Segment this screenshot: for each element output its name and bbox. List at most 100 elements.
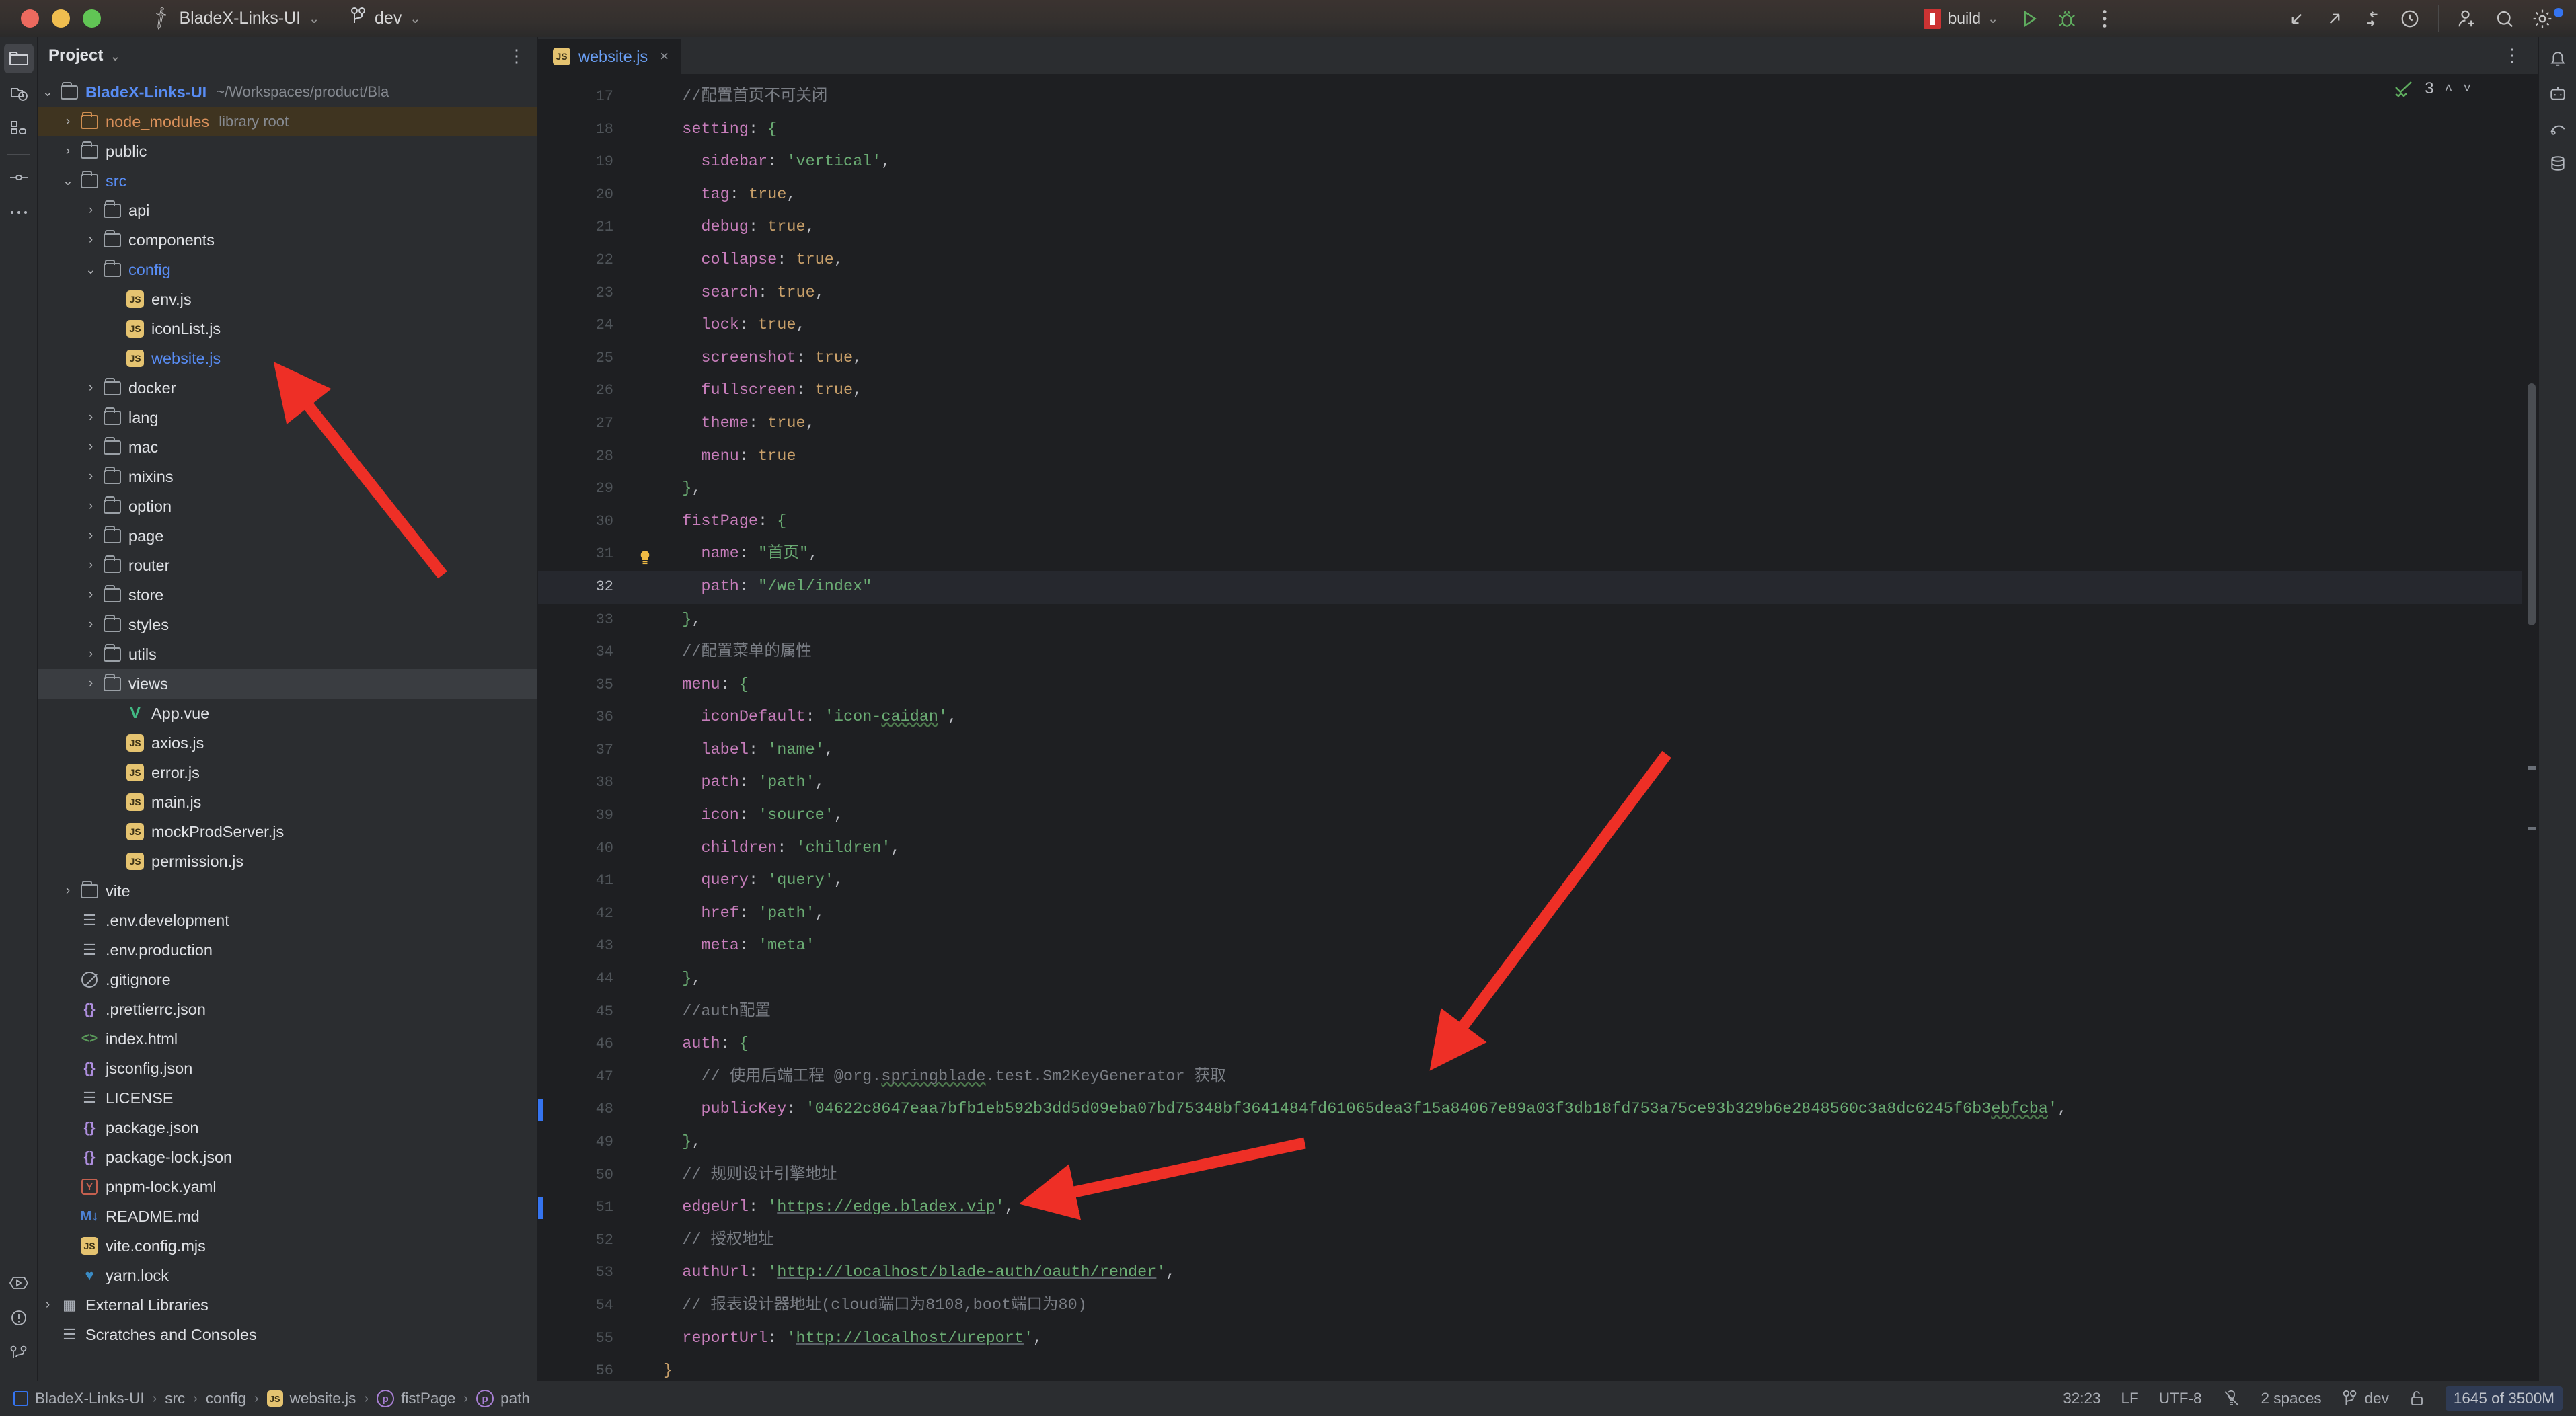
previous-issue-icon[interactable]: ˄	[2445, 81, 2453, 97]
code-line[interactable]: menu: {	[626, 669, 2522, 702]
line-number[interactable]: 52	[538, 1224, 626, 1257]
code-line[interactable]: // 授权地址	[626, 1224, 2522, 1257]
code-line[interactable]: menu: true	[626, 440, 2522, 473]
line-number[interactable]: 37	[538, 734, 626, 767]
line-number[interactable]: 56	[538, 1355, 626, 1381]
tree-item--env-production[interactable]: · ☰ .env.production	[38, 935, 537, 965]
breadcrumb[interactable]: BladeX-Links-UI › src › config › JS website.js ›…	[13, 1390, 530, 1407]
file-encoding[interactable]: UTF-8	[2159, 1390, 2202, 1407]
code-line[interactable]: // 报表设计器地址(cloud端口为8108,boot端口为80)	[626, 1290, 2522, 1323]
line-number[interactable]: 34	[538, 636, 626, 669]
line-number[interactable]: 50	[538, 1159, 626, 1192]
run-configuration-selector[interactable]: build ⌄	[1916, 6, 2006, 32]
line-number[interactable]: 19	[538, 146, 626, 179]
code-line[interactable]: screenshot: true,	[626, 342, 2522, 375]
code-line[interactable]: path: "/wel/index"	[626, 570, 2522, 604]
code-line[interactable]: meta: 'meta'	[626, 930, 2522, 963]
tree-item-error-js[interactable]: ·JSerror.js	[38, 758, 537, 787]
line-number[interactable]: 43	[538, 930, 626, 963]
line-number[interactable]: 32	[538, 570, 626, 604]
code-content[interactable]: //配置首页不可关闭 setting: { sidebar: 'vertical…	[626, 74, 2522, 1381]
chevron-right-icon[interactable]: ›	[81, 617, 101, 632]
more-options-button[interactable]	[2086, 3, 2123, 34]
caret-position[interactable]: 32:23	[2063, 1390, 2100, 1407]
ai-assistant-icon[interactable]	[2543, 79, 2573, 108]
chevron-right-icon[interactable]: ›	[81, 528, 101, 543]
line-number[interactable]: 31	[538, 538, 650, 571]
chevron-right-icon[interactable]: ›	[58, 883, 78, 898]
window-controls[interactable]	[0, 9, 101, 28]
line-number[interactable]: 18	[538, 114, 626, 147]
tree-item-axios-js[interactable]: ·JSaxios.js	[38, 728, 537, 758]
tree-item-bladex-links-ui[interactable]: ⌄ BladeX-Links-UI ~/Workspaces/product/Bla	[38, 77, 537, 107]
line-number[interactable]: 20	[538, 179, 626, 212]
code-line[interactable]: href: 'path',	[626, 898, 2522, 931]
tree-item-license[interactable]: · ☰ LICENSE	[38, 1083, 537, 1113]
bottom-item-run[interactable]	[4, 1268, 34, 1298]
tree-item-styles[interactable]: › styles	[38, 610, 537, 639]
tree-item-vite[interactable]: › vite	[38, 876, 537, 906]
project-selector[interactable]: 🗡 BladeX-Links-UI ⌄	[140, 5, 330, 32]
sidebar-item-project[interactable]	[3, 44, 34, 73]
code-line[interactable]: fistPage: {	[626, 506, 2522, 539]
chevron-down-icon[interactable]: ⌄	[58, 173, 78, 189]
tree-item-external-libraries[interactable]: › ▦ External Libraries	[38, 1290, 537, 1320]
code-line[interactable]: //auth配置	[626, 996, 2522, 1029]
maximize-window-button[interactable]	[83, 9, 101, 28]
tree-item-config[interactable]: ⌄ config	[38, 255, 537, 284]
tree-item-mockprodserver-js[interactable]: ·JSmockProdServer.js	[38, 817, 537, 847]
line-number[interactable]: 24	[538, 309, 626, 342]
tree-item-yarn-lock[interactable]: · ♥ yarn.lock	[38, 1261, 537, 1290]
changed-line-marker[interactable]	[538, 1099, 543, 1122]
line-number[interactable]: 22	[538, 244, 626, 277]
breadcrumb-item-fistpage[interactable]: p fistPage	[377, 1390, 455, 1407]
tree-item-package-lock-json[interactable]: · {} package-lock.json	[38, 1142, 537, 1172]
code-line[interactable]: search: true,	[626, 277, 2522, 310]
code-line[interactable]: },	[626, 604, 2522, 637]
line-number[interactable]: 33	[538, 604, 626, 637]
tree-item-scratches-and-consoles[interactable]: · ☰ Scratches and Consoles	[38, 1320, 537, 1349]
debug-button[interactable]	[2048, 3, 2086, 34]
line-number[interactable]: 26	[538, 375, 626, 407]
code-line[interactable]: iconDefault: 'icon-caidan',	[626, 701, 2522, 734]
line-number[interactable]: 51	[538, 1191, 626, 1224]
code-line[interactable]: }	[626, 1355, 2522, 1381]
chevron-down-icon[interactable]: ⌄	[110, 49, 120, 65]
tree-item-option[interactable]: › option	[38, 491, 537, 521]
sidebar-item-commit[interactable]	[4, 79, 34, 108]
tree-item-main-js[interactable]: ·JSmain.js	[38, 787, 537, 817]
code-line[interactable]: label: 'name',	[626, 734, 2522, 767]
bottom-item-version-control[interactable]	[4, 1338, 34, 1368]
step-into-button[interactable]	[2278, 3, 2316, 34]
code-line[interactable]: theme: true,	[626, 407, 2522, 440]
breadcrumb-item-config[interactable]: config	[206, 1390, 246, 1407]
tree-item-public[interactable]: › public	[38, 136, 537, 166]
chevron-right-icon[interactable]: ›	[81, 381, 101, 395]
tree-item--env-development[interactable]: · ☰ .env.development	[38, 906, 537, 935]
sidebar-item-pull-requests[interactable]	[4, 163, 34, 192]
line-number[interactable]: 47	[538, 1061, 626, 1094]
tree-item-iconlist-js[interactable]: ·JSiconList.js	[38, 314, 537, 344]
memory-indicator[interactable]: 1645 of 3500M	[2445, 1386, 2563, 1411]
code-line[interactable]: publicKey: '04622c8647eaa7bfb1eb592b3dd5…	[626, 1093, 2522, 1126]
scrollbar-thumb[interactable]	[2528, 383, 2536, 625]
line-number[interactable]: 53	[538, 1257, 626, 1290]
line-separator[interactable]: LF	[2121, 1390, 2139, 1407]
line-number[interactable]: 41	[538, 865, 626, 898]
line-number[interactable]: 40	[538, 832, 626, 865]
inspection-widget[interactable]: 3 ˄ ˅	[2394, 79, 2471, 98]
tree-item-mixins[interactable]: › mixins	[38, 462, 537, 491]
chevron-right-icon[interactable]: ›	[81, 469, 101, 484]
code-line[interactable]: // 规则设计引擎地址	[626, 1159, 2522, 1192]
run-button[interactable]	[2010, 3, 2048, 34]
tree-item-node-modules[interactable]: › node_modules library root	[38, 107, 537, 136]
code-line[interactable]: children: 'children',	[626, 832, 2522, 865]
chevron-right-icon[interactable]: ›	[81, 558, 101, 573]
close-tab-icon[interactable]: ×	[660, 48, 669, 65]
tree-item-package-json[interactable]: · {} package.json	[38, 1113, 537, 1142]
tab-website-js[interactable]: JS website.js ×	[538, 39, 681, 74]
tree-item-store[interactable]: › store	[38, 580, 537, 610]
code-line[interactable]: lock: true,	[626, 309, 2522, 342]
tree-item-router[interactable]: › router	[38, 551, 537, 580]
tree-item-views[interactable]: › views	[38, 669, 537, 699]
